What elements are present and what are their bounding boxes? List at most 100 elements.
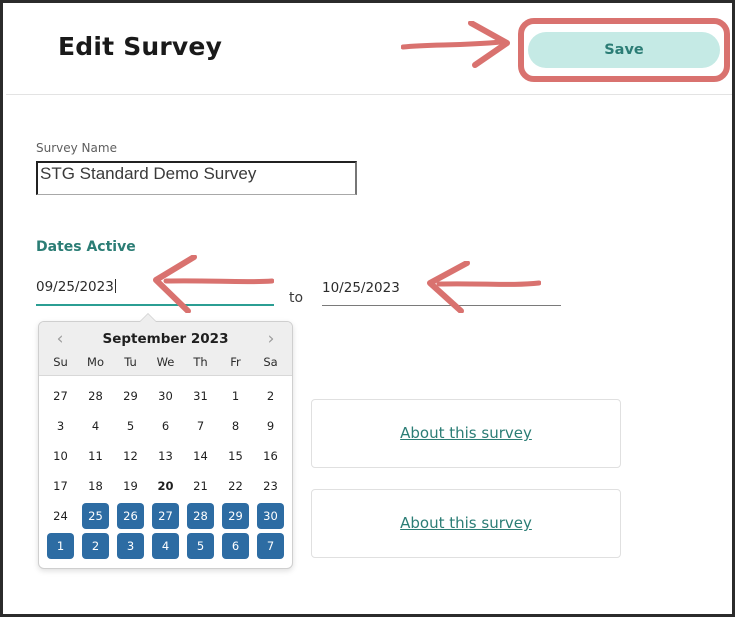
datepicker-day-label: 26 <box>117 503 144 529</box>
datepicker-weekday: We <box>156 355 175 369</box>
datepicker-day[interactable]: 18 <box>78 472 113 500</box>
datepicker-day[interactable]: 5 <box>113 412 148 440</box>
datepicker-day-label: 4 <box>91 419 100 433</box>
datepicker-day-label: 4 <box>152 533 179 559</box>
datepicker-day-label: 24 <box>53 509 68 523</box>
datepicker-day[interactable]: 6 <box>148 412 183 440</box>
datepicker-day[interactable]: 13 <box>148 442 183 470</box>
chevron-right-icon[interactable]: › <box>260 330 282 348</box>
datepicker-day[interactable]: 29 <box>113 382 148 410</box>
datepicker-day[interactable]: 6 <box>218 532 253 560</box>
datepicker-day-label: 30 <box>257 503 284 529</box>
chevron-left-icon[interactable]: ‹ <box>49 330 71 348</box>
datepicker-day[interactable]: 23 <box>253 472 288 500</box>
datepicker-day[interactable]: 10 <box>43 442 78 470</box>
datepicker-popup[interactable]: ‹ September 2023 › Su Mo Tu We Th Fr Sa 27 28 29… <box>38 313 293 569</box>
datepicker-day-label: 22 <box>228 479 243 493</box>
datepicker-day[interactable]: 27 <box>43 382 78 410</box>
datepicker-day[interactable]: 30 <box>253 502 288 530</box>
datepicker-day-label: 15 <box>228 449 243 463</box>
datepicker-day[interactable]: 21 <box>183 472 218 500</box>
datepicker-day[interactable]: 30 <box>148 382 183 410</box>
datepicker-day-label: 29 <box>123 389 138 403</box>
datepicker-day-label: 31 <box>193 389 208 403</box>
datepicker-day[interactable]: 17 <box>43 472 78 500</box>
date-from-value: 09/25/2023 <box>36 279 114 295</box>
datepicker-day-label: 5 <box>126 419 135 433</box>
about-this-survey-link[interactable]: About this survey <box>312 424 620 442</box>
datepicker-day-label: 13 <box>158 449 173 463</box>
datepicker-day[interactable]: 24 <box>43 502 78 530</box>
dates-active-label: Dates Active <box>36 239 136 255</box>
datepicker-day[interactable]: 5 <box>183 532 218 560</box>
datepicker-day-label: 29 <box>222 503 249 529</box>
datepicker-day-label: 7 <box>257 533 284 559</box>
date-range-separator: to <box>289 290 304 306</box>
datepicker-day[interactable]: 4 <box>148 532 183 560</box>
survey-name-label: Survey Name <box>36 141 117 155</box>
datepicker-day[interactable]: 3 <box>113 532 148 560</box>
datepicker-day[interactable]: 3 <box>43 412 78 440</box>
survey-card[interactable]: About this survey <box>311 489 621 558</box>
datepicker-day-label: 10 <box>53 449 68 463</box>
datepicker-day-label: 14 <box>193 449 208 463</box>
popup-caret-inner <box>140 314 156 322</box>
survey-card[interactable]: About this survey <box>311 399 621 468</box>
datepicker-day-label: 25 <box>82 503 109 529</box>
datepicker-day-label: 6 <box>222 533 249 559</box>
datepicker-day-label: 2 <box>82 533 109 559</box>
datepicker-day[interactable]: 2 <box>78 532 113 560</box>
datepicker-day[interactable]: 29 <box>218 502 253 530</box>
datepicker-day[interactable]: 31 <box>183 382 218 410</box>
datepicker-weekday: Tu <box>124 355 137 369</box>
datepicker-day-label: 8 <box>231 419 240 433</box>
datepicker-day[interactable]: 27 <box>148 502 183 530</box>
datepicker-weekday: Fr <box>230 355 241 369</box>
datepicker-day-label: 5 <box>187 533 214 559</box>
datepicker-day[interactable]: 28 <box>78 382 113 410</box>
datepicker-day[interactable]: 28 <box>183 502 218 530</box>
datepicker-day-label: 19 <box>123 479 138 493</box>
datepicker-day-label: 3 <box>56 419 65 433</box>
datepicker-day-label: 2 <box>266 389 275 403</box>
datepicker-day[interactable]: 2 <box>253 382 288 410</box>
date-from-input[interactable]: 09/25/2023 <box>36 279 274 306</box>
datepicker-day[interactable]: 11 <box>78 442 113 470</box>
datepicker-day[interactable]: 4 <box>78 412 113 440</box>
page-header: Edit Survey Save <box>6 6 732 95</box>
datepicker-day[interactable]: 16 <box>253 442 288 470</box>
datepicker-day[interactable]: 15 <box>218 442 253 470</box>
datepicker-day-label: 27 <box>53 389 68 403</box>
date-to-input[interactable]: 10/25/2023 <box>322 280 561 306</box>
datepicker-header: ‹ September 2023 › Su Mo Tu We Th Fr Sa <box>39 322 292 376</box>
datepicker-day[interactable]: 8 <box>218 412 253 440</box>
datepicker-weekday-row: Su Mo Tu We Th Fr Sa <box>39 355 292 371</box>
datepicker-day[interactable]: 19 <box>113 472 148 500</box>
save-button[interactable]: Save <box>528 32 720 68</box>
datepicker-weekday: Mo <box>87 355 104 369</box>
about-this-survey-link[interactable]: About this survey <box>312 514 620 532</box>
datepicker-day-label: 18 <box>88 479 103 493</box>
datepicker-day[interactable]: 7 <box>253 532 288 560</box>
datepicker-day[interactable]: 22 <box>218 472 253 500</box>
datepicker-weekday: Sa <box>263 355 278 369</box>
datepicker-month-label: September 2023 <box>102 331 229 347</box>
datepicker-day[interactable]: 14 <box>183 442 218 470</box>
datepicker-day[interactable]: 1 <box>43 532 78 560</box>
datepicker-day-label: 11 <box>88 449 103 463</box>
survey-name-input[interactable] <box>36 161 357 195</box>
datepicker-weekday: Th <box>193 355 208 369</box>
datepicker-day-label: 12 <box>123 449 138 463</box>
datepicker-day-label: 7 <box>196 419 205 433</box>
datepicker-weekday: Su <box>53 355 68 369</box>
datepicker-day[interactable]: 7 <box>183 412 218 440</box>
datepicker-day[interactable]: 20 <box>148 472 183 500</box>
datepicker-day[interactable]: 1 <box>218 382 253 410</box>
datepicker-day-grid[interactable]: 27 28 29 30 31 1 2 3 4 5 6 7 8 9 10 11 12 13 14 15 16 17 18 19 2… <box>39 376 292 568</box>
datepicker-day[interactable]: 25 <box>78 502 113 530</box>
datepicker-day[interactable]: 12 <box>113 442 148 470</box>
app-window: Edit Survey Save Survey Name Dates Activ… <box>0 0 735 617</box>
datepicker-day[interactable]: 26 <box>113 502 148 530</box>
datepicker-title-row: ‹ September 2023 › <box>39 329 292 349</box>
datepicker-day[interactable]: 9 <box>253 412 288 440</box>
